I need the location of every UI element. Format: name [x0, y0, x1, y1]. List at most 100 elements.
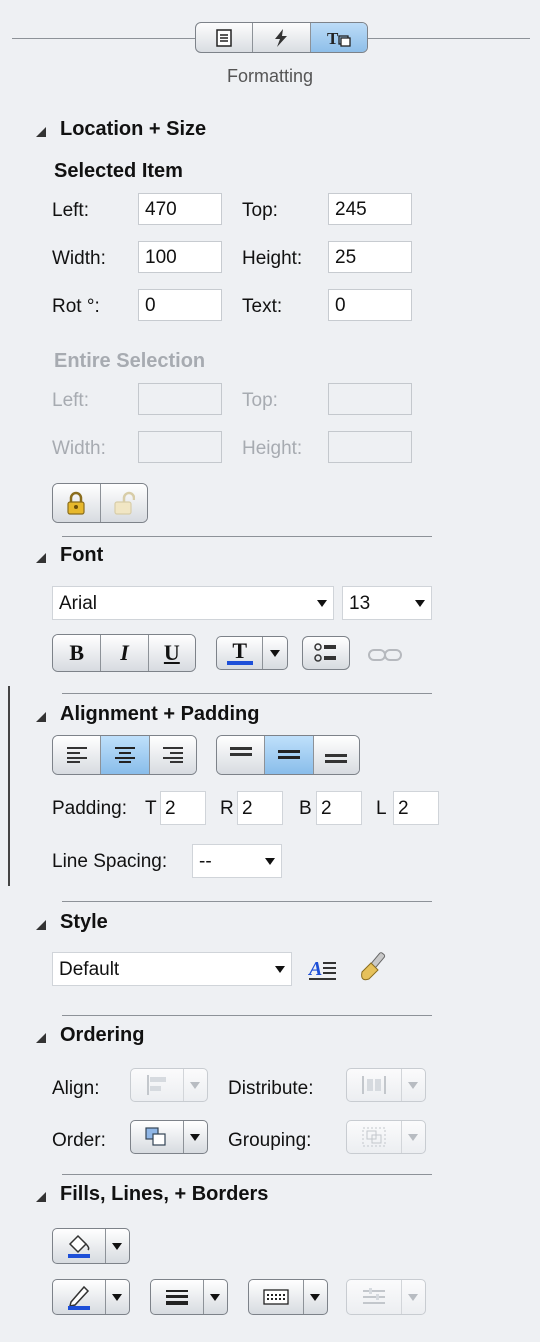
- align-left-button[interactable]: [53, 736, 102, 774]
- vertical-align-buttons: [216, 735, 360, 775]
- chevron-down-icon: [112, 1242, 123, 1250]
- underline-button[interactable]: U: [148, 635, 195, 671]
- font-size-select[interactable]: 13: [342, 586, 432, 620]
- align-center-button[interactable]: [101, 736, 150, 774]
- pen-icon: [53, 1280, 105, 1314]
- left-input[interactable]: 470: [138, 193, 222, 225]
- text-color-button[interactable]: T: [216, 636, 288, 670]
- section-heading: Alignment + Padding: [60, 703, 260, 725]
- header-divider-left: [12, 38, 195, 39]
- line-color-button[interactable]: [52, 1279, 130, 1315]
- line-color-dropdown[interactable]: [104, 1280, 129, 1314]
- section-divider: [62, 1174, 432, 1175]
- height-input[interactable]: 25: [328, 241, 412, 273]
- underline-icon: U: [163, 640, 180, 665]
- height-label: Height:: [242, 248, 303, 269]
- align-right-icon: [162, 747, 183, 763]
- collapse-triangle-icon: [36, 1032, 46, 1043]
- bold-icon: B: [69, 640, 84, 665]
- fill-color-button[interactable]: [52, 1228, 130, 1264]
- arrange-order-icon: [131, 1121, 183, 1153]
- collapse-triangle-icon: [36, 126, 46, 137]
- section-fills-lines-borders[interactable]: Fills, Lines, + Borders: [36, 1183, 268, 1206]
- section-style[interactable]: Style: [36, 911, 108, 934]
- section-font[interactable]: Font: [36, 544, 103, 567]
- italic-icon: I: [120, 640, 129, 665]
- align-objects-dropdown: [182, 1069, 207, 1101]
- fill-bucket-icon: [53, 1229, 105, 1263]
- lock-button[interactable]: [53, 484, 101, 522]
- order-dropdown[interactable]: [182, 1121, 207, 1153]
- left-label: Left:: [52, 200, 89, 221]
- unlock-button[interactable]: [100, 484, 147, 522]
- line-style-button[interactable]: [248, 1279, 328, 1315]
- order-button[interactable]: [130, 1120, 208, 1154]
- align-objects-button: [130, 1068, 208, 1102]
- paint-brush-icon[interactable]: [356, 950, 392, 990]
- text-format-icon: T: [327, 29, 351, 47]
- section-heading: Font: [60, 544, 104, 566]
- line-weight-dropdown[interactable]: [202, 1280, 227, 1314]
- selected-item-heading: Selected Item: [54, 160, 183, 182]
- distribute-button: [346, 1068, 426, 1102]
- width-label: Width:: [52, 248, 106, 269]
- chevron-down-icon: [265, 858, 275, 865]
- padding-right-input[interactable]: 2: [237, 791, 283, 825]
- line-weight-button[interactable]: [150, 1279, 228, 1315]
- section-alignment[interactable]: Alignment + Padding: [36, 703, 259, 726]
- header-divider-right: [367, 38, 530, 39]
- align-middle-button[interactable]: [265, 736, 314, 774]
- top-input[interactable]: 245: [328, 193, 412, 225]
- text-color-icon: T: [217, 637, 262, 669]
- padding-top-input[interactable]: 2: [160, 791, 206, 825]
- style-text-icon[interactable]: A: [307, 956, 338, 988]
- text-rotation-input[interactable]: 0: [328, 289, 412, 321]
- line-spacing-select[interactable]: --: [192, 844, 282, 878]
- link-icon[interactable]: [368, 646, 402, 668]
- bullet-list-button[interactable]: [302, 636, 350, 670]
- line-style-dropdown[interactable]: [302, 1280, 327, 1314]
- document-icon: [216, 28, 232, 47]
- tab-document[interactable]: [196, 23, 254, 52]
- chevron-down-icon: [275, 966, 285, 973]
- section-divider: [62, 1015, 432, 1016]
- entire-selection-heading: Entire Selection: [54, 350, 206, 372]
- border-options-icon: [347, 1280, 401, 1314]
- bold-button[interactable]: B: [53, 635, 102, 671]
- line-style-icon: [249, 1280, 303, 1314]
- section-heading: Style: [60, 911, 108, 933]
- entire-width-label: Width:: [52, 438, 106, 459]
- entire-top-input: [328, 383, 412, 415]
- section-location-size[interactable]: Location + Size: [36, 118, 206, 141]
- align-bottom-icon: [325, 754, 348, 763]
- font-family-select[interactable]: Arial: [52, 586, 334, 620]
- fill-color-dropdown[interactable]: [104, 1229, 129, 1263]
- width-input[interactable]: 100: [138, 241, 222, 273]
- chevron-down-icon: [408, 1133, 419, 1141]
- tab-formatting[interactable]: T: [310, 23, 367, 52]
- text-style-buttons: B I U: [52, 634, 196, 672]
- collapse-triangle-icon: [36, 552, 46, 563]
- style-select[interactable]: Default: [52, 952, 292, 986]
- resize-handle[interactable]: [8, 686, 10, 886]
- text-color-letter: T: [232, 638, 248, 663]
- section-divider: [62, 536, 432, 537]
- text-color-dropdown[interactable]: [262, 637, 287, 669]
- line-spacing-label: Line Spacing:: [52, 851, 168, 872]
- chevron-down-icon: [190, 1133, 201, 1141]
- italic-button[interactable]: I: [101, 635, 149, 671]
- text-rotation-label: Text:: [242, 296, 283, 317]
- section-divider: [62, 693, 432, 694]
- font-family-value: Arial: [59, 593, 98, 614]
- padding-left-input[interactable]: 2: [393, 791, 439, 825]
- tab-actions[interactable]: [253, 23, 311, 52]
- align-top-button[interactable]: [217, 736, 266, 774]
- align-right-button[interactable]: [149, 736, 196, 774]
- font-size-value: 13: [349, 593, 371, 614]
- padding-bottom-label: B: [299, 798, 312, 819]
- rotation-input[interactable]: 0: [138, 289, 222, 321]
- padding-bottom-input[interactable]: 2: [316, 791, 362, 825]
- unlock-icon: [114, 491, 135, 515]
- align-bottom-button[interactable]: [313, 736, 359, 774]
- section-ordering[interactable]: Ordering: [36, 1024, 144, 1047]
